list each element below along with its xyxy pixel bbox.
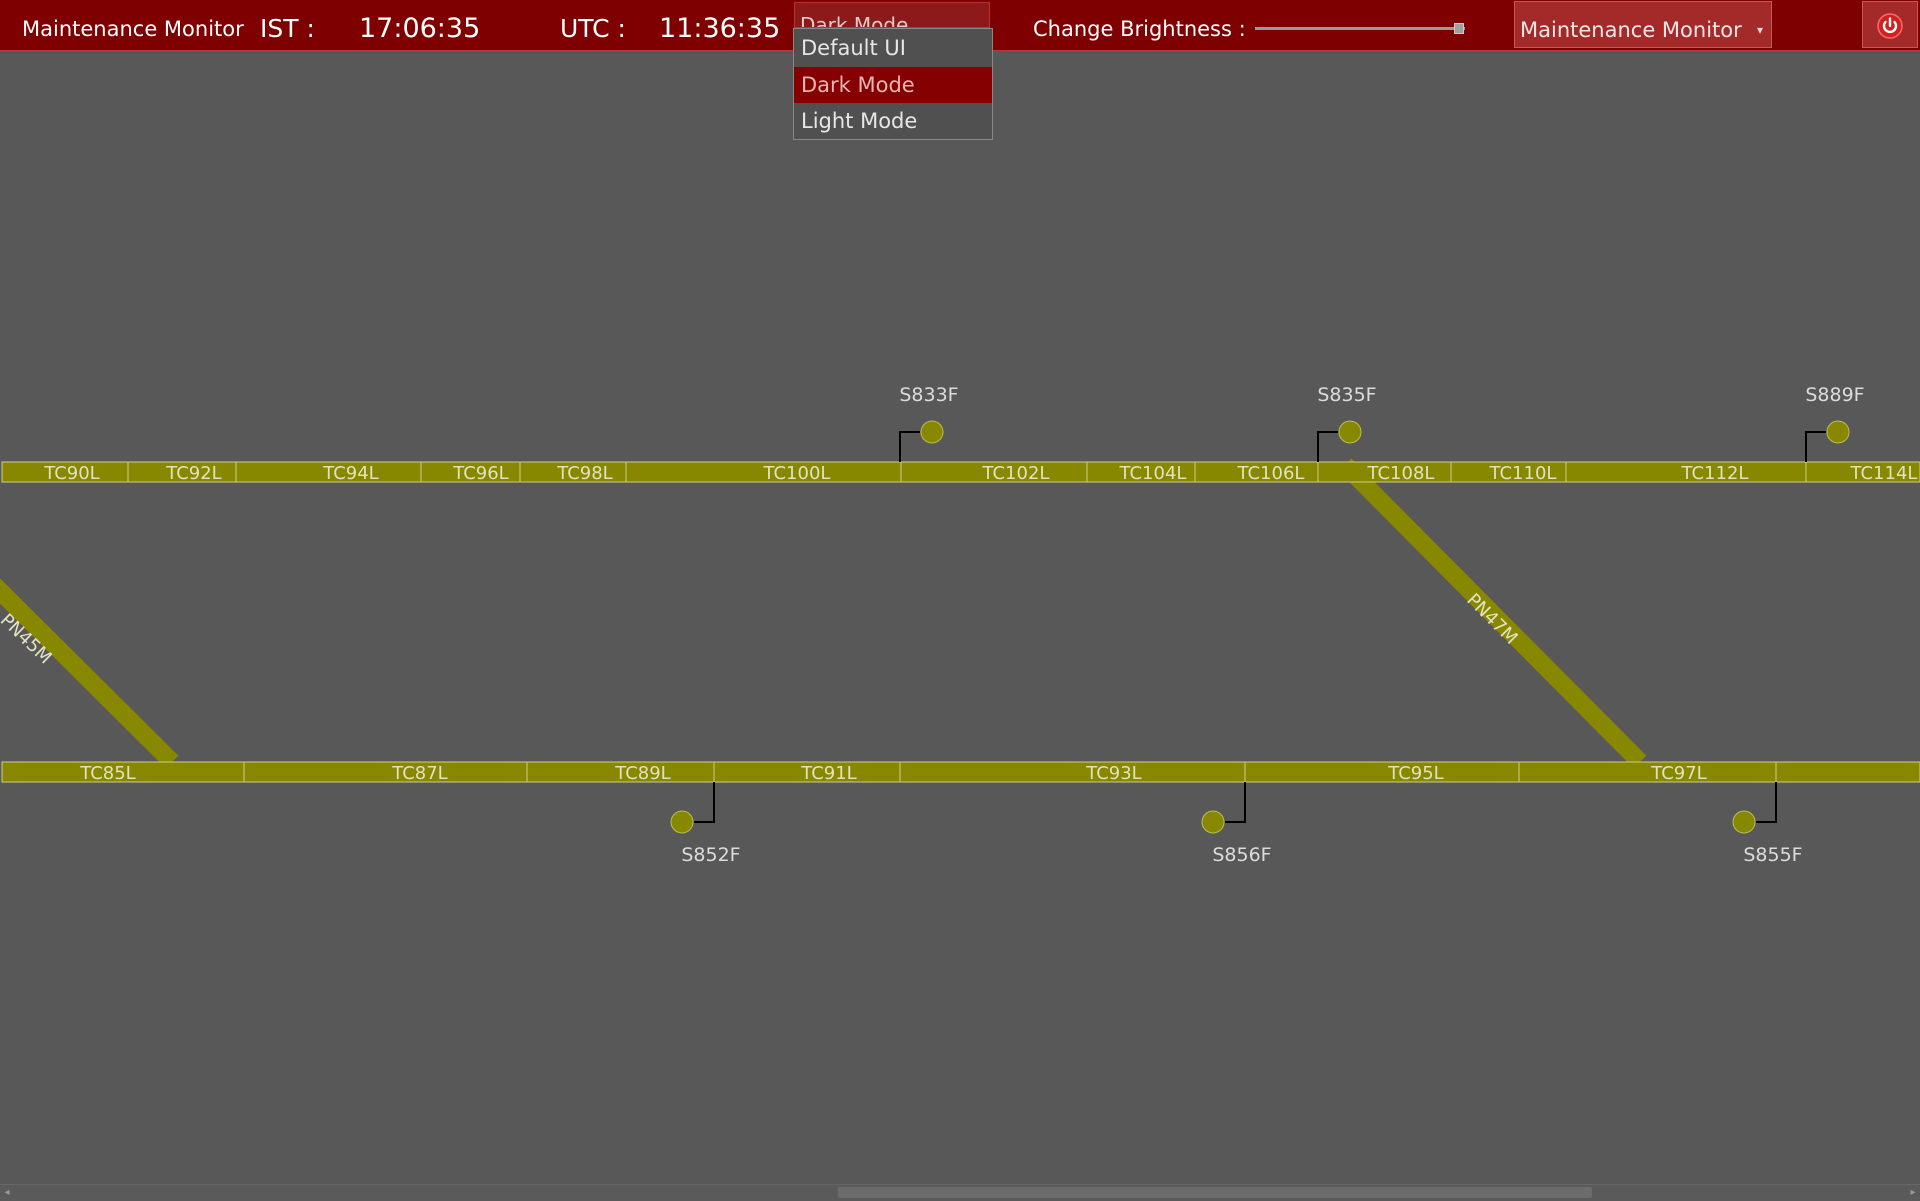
- track-section-label: TC104L: [1119, 463, 1187, 484]
- upper-track: TC90L TC92L TC94L TC96L TC98L TC100L TC1…: [1, 461, 1920, 484]
- point-pn45m[interactable]: [0, 578, 179, 769]
- ist-time: 17:06:35: [359, 13, 481, 44]
- track-section-unlabeled[interactable]: [1775, 761, 1920, 783]
- track-section-tc97l[interactable]: [1518, 761, 1777, 783]
- brightness-slider-handle[interactable]: [1453, 23, 1464, 34]
- power-button[interactable]: [1862, 1, 1918, 48]
- track-section-label: TC97L: [1650, 763, 1706, 784]
- track-section-label: TC110L: [1489, 463, 1557, 484]
- monitor-select[interactable]: Maintenance Monitor ▾: [1514, 1, 1772, 48]
- utc-time: 11:36:35: [659, 13, 781, 44]
- signal-post: [1805, 431, 1826, 462]
- utc-label: UTC :: [560, 14, 626, 43]
- signal-s889f[interactable]: S889F: [1805, 384, 1865, 462]
- track-section-tc95l[interactable]: [1244, 761, 1520, 783]
- signal-post: [694, 782, 715, 823]
- brightness-label: Change Brightness :: [1033, 17, 1246, 41]
- display-mode-menu: Default UI Dark Mode Light Mode: [793, 28, 993, 140]
- signal-post: [1317, 431, 1338, 462]
- track-section-label: TC106L: [1237, 463, 1305, 484]
- track-section-tc93l[interactable]: [899, 761, 1246, 783]
- track-section-label: TC85L: [79, 763, 135, 784]
- signal-s855f[interactable]: S855F: [1732, 782, 1803, 866]
- track-section-label: TC95L: [1387, 763, 1443, 784]
- signal-lamp[interactable]: [670, 810, 694, 834]
- signal-lamp[interactable]: [1201, 810, 1225, 834]
- power-icon: [1877, 13, 1903, 39]
- signal-lamp[interactable]: [1732, 810, 1756, 834]
- track-section-label: TC93L: [1085, 763, 1141, 784]
- track-section-label: TC91L: [800, 763, 856, 784]
- signal-post: [899, 431, 920, 462]
- ist-label: IST :: [260, 14, 315, 43]
- signal-lamp[interactable]: [1826, 420, 1850, 444]
- track-section-label: TC89L: [614, 763, 670, 784]
- monitor-select-label: Maintenance Monitor: [1520, 18, 1742, 42]
- signal-label: S852F: [681, 844, 740, 866]
- track-section-label: TC112L: [1681, 463, 1749, 484]
- horizontal-scrollbar[interactable]: ◂ ▸: [0, 1184, 1920, 1201]
- signal-s852f[interactable]: S852F: [670, 782, 741, 866]
- track-section-label: TC96L: [452, 463, 508, 484]
- track-section-label: TC102L: [982, 463, 1050, 484]
- app-title: Maintenance Monitor: [22, 17, 244, 41]
- track-section-label: TC98L: [556, 463, 612, 484]
- signal-lamp[interactable]: [920, 420, 944, 444]
- track-section-label: TC94L: [322, 463, 378, 484]
- signal-label: S856F: [1212, 844, 1271, 866]
- scroll-left-icon[interactable]: ◂: [0, 1185, 14, 1201]
- brightness-slider[interactable]: [1255, 27, 1465, 30]
- signal-label: S835F: [1317, 384, 1376, 406]
- signal-post: [1225, 782, 1246, 823]
- signal-s833f[interactable]: S833F: [899, 384, 959, 462]
- display-mode-select[interactable]: Dark Mode: [794, 2, 990, 28]
- track-section-label: TC114L: [1850, 463, 1918, 484]
- lower-track: TC85L TC87L TC89L TC91L TC93L TC95L TC97…: [1, 761, 1920, 784]
- track-section-label: TC87L: [391, 763, 447, 784]
- signal-label: S833F: [899, 384, 958, 406]
- scroll-right-icon[interactable]: ▸: [1906, 1185, 1920, 1201]
- signal-label: S855F: [1743, 844, 1802, 866]
- menu-item-dark-mode[interactable]: Dark Mode: [794, 67, 992, 103]
- menu-item-light-mode[interactable]: Light Mode: [794, 103, 992, 139]
- track-section-label: TC92L: [165, 463, 221, 484]
- track-section-tc87l[interactable]: [243, 761, 528, 783]
- signal-s835f[interactable]: S835F: [1317, 384, 1377, 462]
- track-layout: PN45M PN47M TC90L TC92L TC94L TC96L TC98…: [0, 384, 1920, 866]
- menu-item-default-ui[interactable]: Default UI: [794, 30, 992, 66]
- track-section-label: TC108L: [1367, 463, 1435, 484]
- track-section-label: TC90L: [43, 463, 99, 484]
- scrollbar-thumb[interactable]: [838, 1187, 1592, 1198]
- signal-s856f[interactable]: S856F: [1201, 782, 1272, 866]
- track-section-label: TC100L: [763, 463, 831, 484]
- point-label: PN47M: [1462, 589, 1521, 648]
- signal-label: S889F: [1805, 384, 1864, 406]
- signal-post: [1756, 782, 1777, 823]
- signal-lamp[interactable]: [1338, 420, 1362, 444]
